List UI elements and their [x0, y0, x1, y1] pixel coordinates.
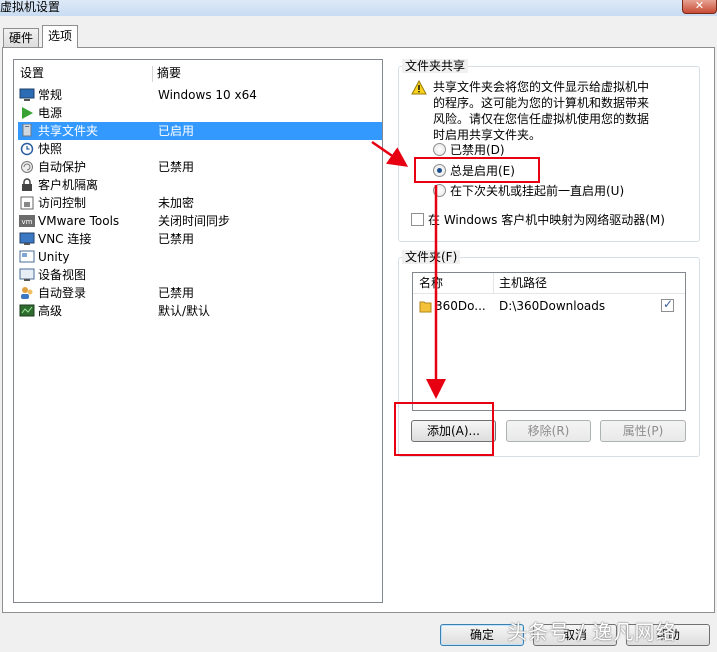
highlight-add-button — [394, 402, 494, 456]
settings-list-header: 设置 摘要 — [14, 64, 382, 82]
settings-item-vnc[interactable]: VNC 连接 已禁用 — [18, 230, 382, 248]
warning-text: 共享文件夹会将您的文件显示给虚拟机中 的程序。这可能为您的计算机和数据带来 风险… — [433, 79, 663, 143]
remove-button[interactable]: 移除(R) — [506, 420, 591, 442]
close-icon: ✕ — [694, 0, 705, 12]
lock-icon — [19, 178, 35, 192]
settings-item-label: 共享文件夹 — [38, 124, 99, 138]
settings-item-shared-folders[interactable]: 共享文件夹 已启用 — [18, 122, 382, 140]
settings-item-unity[interactable]: Unity — [18, 248, 382, 266]
settings-item-label: 高级 — [38, 304, 63, 318]
folders-title: 文件夹(F) — [402, 250, 461, 264]
svg-text:vm: vm — [22, 218, 33, 226]
settings-item-power[interactable]: 电源 — [18, 104, 382, 122]
settings-item-summary: 已禁用 — [158, 232, 195, 246]
warning-line: 时启用共享文件夹。 — [433, 128, 542, 142]
settings-item-summary: Windows 10 x64 — [158, 88, 257, 102]
settings-item-guest-isolation[interactable]: 客户机隔离 — [18, 176, 382, 194]
folder-row[interactable]: 360Do... D:\360Downloads — [413, 297, 685, 315]
settings-item-summary: 默认/默认 — [158, 304, 211, 318]
access-control-icon — [19, 196, 35, 210]
folder-icon — [419, 301, 432, 313]
column-header-host-path[interactable]: 主机路径 — [499, 273, 547, 293]
settings-list[interactable]: 设置 摘要 常规 Windows 10 x64 电源 共享文件夹 已启用 快照 … — [13, 59, 383, 603]
warning-icon — [411, 80, 427, 95]
device-view-icon — [19, 268, 35, 282]
column-divider[interactable] — [493, 273, 494, 293]
radio-disabled-label[interactable]: 已禁用(D) — [450, 143, 505, 157]
settings-item-label: 电源 — [38, 106, 63, 120]
column-divider[interactable] — [152, 66, 153, 82]
settings-item-label: 客户机隔离 — [38, 178, 99, 192]
map-network-drive-checkbox[interactable] — [411, 213, 424, 226]
folders-table-header: 名称 主机路径 — [413, 273, 685, 294]
folder-enabled-checkbox[interactable] — [661, 297, 674, 312]
settings-item-label: 常规 — [38, 88, 63, 102]
warning-line: 共享文件夹会将您的文件显示给虚拟机中 — [433, 80, 650, 94]
autoprotect-icon — [19, 160, 35, 174]
settings-item-advanced[interactable]: 高级 默认/默认 — [18, 302, 382, 320]
settings-item-label: VMware Tools — [38, 214, 120, 228]
warning-line: 风险。请仅在您信任虚拟机使用您的数据 — [433, 112, 650, 126]
radio-until-poweroff[interactable] — [433, 184, 446, 197]
column-header-name[interactable]: 名称 — [419, 273, 443, 293]
close-button[interactable]: ✕ — [682, 0, 717, 14]
settings-item-general[interactable]: 常规 Windows 10 x64 — [18, 86, 382, 104]
settings-item-summary: 已禁用 — [158, 160, 195, 174]
title-bar: 虚拟机设置 ✕ — [0, 0, 717, 16]
settings-item-label: Unity — [38, 250, 70, 264]
settings-item-label: VNC 连接 — [38, 232, 92, 246]
watermark: 头条号 / 逸凡网络 — [507, 620, 677, 644]
settings-item-vmware-tools[interactable]: vm VMware Tools 关闭时间同步 — [18, 212, 382, 230]
map-network-drive-label[interactable]: 在 Windows 客户机中映射为网络驱动器(M) — [428, 213, 665, 227]
settings-item-label: 快照 — [38, 142, 63, 156]
column-header-setting[interactable]: 设置 — [20, 64, 44, 82]
radio-disabled[interactable] — [433, 143, 446, 156]
snapshot-icon — [19, 142, 35, 156]
settings-item-snapshots[interactable]: 快照 — [18, 140, 382, 158]
folder-sharing-title: 文件夹共享 — [402, 59, 469, 73]
settings-item-summary: 关闭时间同步 — [158, 214, 231, 228]
folders-table[interactable]: 名称 主机路径 360Do... D:\360Downloads — [412, 272, 686, 411]
settings-item-autologin[interactable]: 自动登录 已禁用 — [18, 284, 382, 302]
vnc-monitor-icon — [19, 232, 35, 246]
highlight-always-enabled — [414, 157, 540, 183]
unity-icon — [19, 250, 35, 264]
settings-item-label: 设备视图 — [38, 268, 87, 282]
settings-item-summary: 已禁用 — [158, 286, 195, 300]
tab-hardware[interactable]: 硬件 — [3, 28, 40, 48]
radio-until-poweroff-label[interactable]: 在下次关机或挂起前一直启用(U) — [450, 184, 624, 198]
warning-line: 的程序。这可能为您的计算机和数据带来 — [433, 96, 650, 110]
settings-item-summary: 已启用 — [158, 124, 195, 138]
tab-options[interactable]: 选项 — [42, 25, 79, 48]
folder-host-path: D:\360Downloads — [499, 299, 606, 313]
advanced-icon — [19, 304, 35, 318]
play-icon — [19, 106, 35, 120]
folder-name: 360Do... — [435, 299, 486, 313]
properties-button[interactable]: 属性(P) — [600, 420, 686, 442]
settings-item-summary: 未加密 — [158, 196, 195, 210]
settings-item-label: 访问控制 — [38, 196, 87, 210]
users-icon — [19, 286, 35, 300]
settings-item-device-view[interactable]: 设备视图 — [18, 266, 382, 284]
settings-item-label: 自动保护 — [38, 160, 87, 174]
settings-item-access-control[interactable]: 访问控制 未加密 — [18, 194, 382, 212]
column-header-summary[interactable]: 摘要 — [157, 64, 181, 82]
window-title: 虚拟机设置 — [0, 0, 61, 14]
settings-item-label: 自动登录 — [38, 286, 87, 300]
settings-item-autoprotect[interactable]: 自动保护 已禁用 — [18, 158, 382, 176]
monitor-icon — [19, 88, 35, 102]
shared-folder-icon — [19, 123, 35, 138]
vmware-logo-icon: vm — [19, 214, 35, 228]
